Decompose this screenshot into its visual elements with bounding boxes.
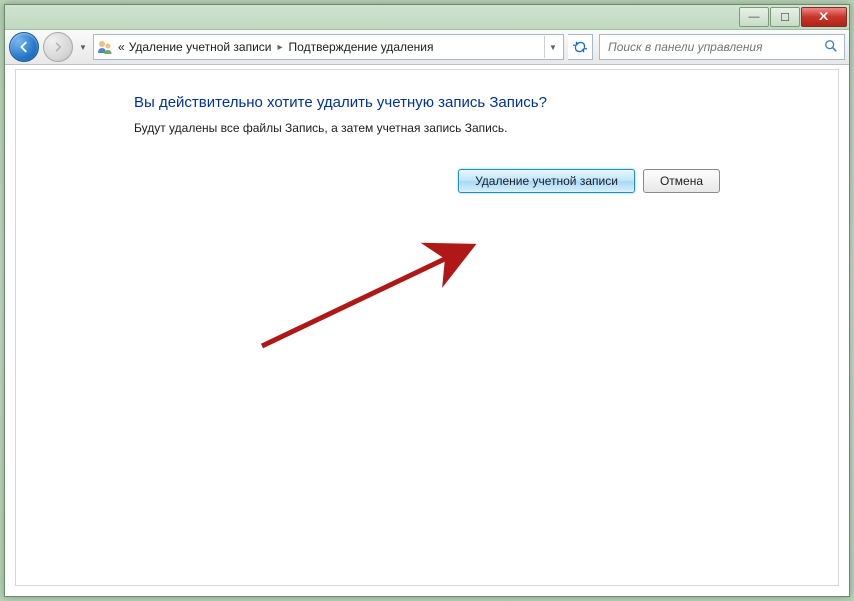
control-panel-window: — ☐ X ▼ « Удаление учетной записи ▸ Подт…: [4, 4, 850, 597]
breadcrumb-item-1[interactable]: Удаление учетной записи: [129, 40, 272, 54]
minimize-icon: —: [749, 11, 760, 23]
titlebar: — ☐ X: [5, 5, 849, 30]
user-accounts-icon: [96, 38, 114, 56]
breadcrumb-item-2[interactable]: Подтверждение удаления: [289, 40, 434, 54]
cancel-button[interactable]: Отмена: [643, 169, 720, 193]
desktop: — ☐ X ▼ « Удаление учетной записи ▸ Подт…: [0, 0, 854, 601]
maximize-button[interactable]: ☐: [770, 7, 800, 27]
refresh-button[interactable]: [568, 34, 593, 60]
close-icon: X: [819, 11, 829, 23]
search-input[interactable]: [606, 39, 818, 55]
close-button[interactable]: X: [801, 7, 847, 27]
minimize-button[interactable]: —: [739, 7, 769, 27]
nav-history-dropdown[interactable]: ▼: [77, 37, 89, 57]
page-heading: Вы действительно хотите удалить учетную …: [134, 94, 720, 111]
search-box[interactable]: [599, 34, 845, 60]
button-row: Удаление учетной записи Отмена: [134, 169, 720, 193]
back-button[interactable]: [9, 32, 39, 62]
forward-button[interactable]: [43, 32, 73, 62]
navigation-toolbar: ▼ « Удаление учетной записи ▸ Подтвержде…: [5, 30, 849, 65]
address-bar[interactable]: « Удаление учетной записи ▸ Подтверждени…: [93, 34, 564, 60]
search-icon: [824, 39, 838, 56]
chevron-right-icon: ▸: [276, 42, 285, 53]
page-description: Будут удалены все файлы Запись, а затем …: [134, 121, 720, 135]
breadcrumb-prefix: «: [118, 40, 125, 54]
delete-account-button[interactable]: Удаление учетной записи: [458, 169, 635, 193]
maximize-icon: ☐: [780, 11, 790, 24]
refresh-icon: [573, 40, 587, 54]
forward-arrow-icon: [52, 41, 64, 53]
back-arrow-icon: [17, 40, 31, 54]
content-pane: Вы действительно хотите удалить учетную …: [15, 69, 839, 586]
address-dropdown[interactable]: ▼: [544, 36, 561, 58]
annotation-arrow-icon: [254, 228, 494, 358]
